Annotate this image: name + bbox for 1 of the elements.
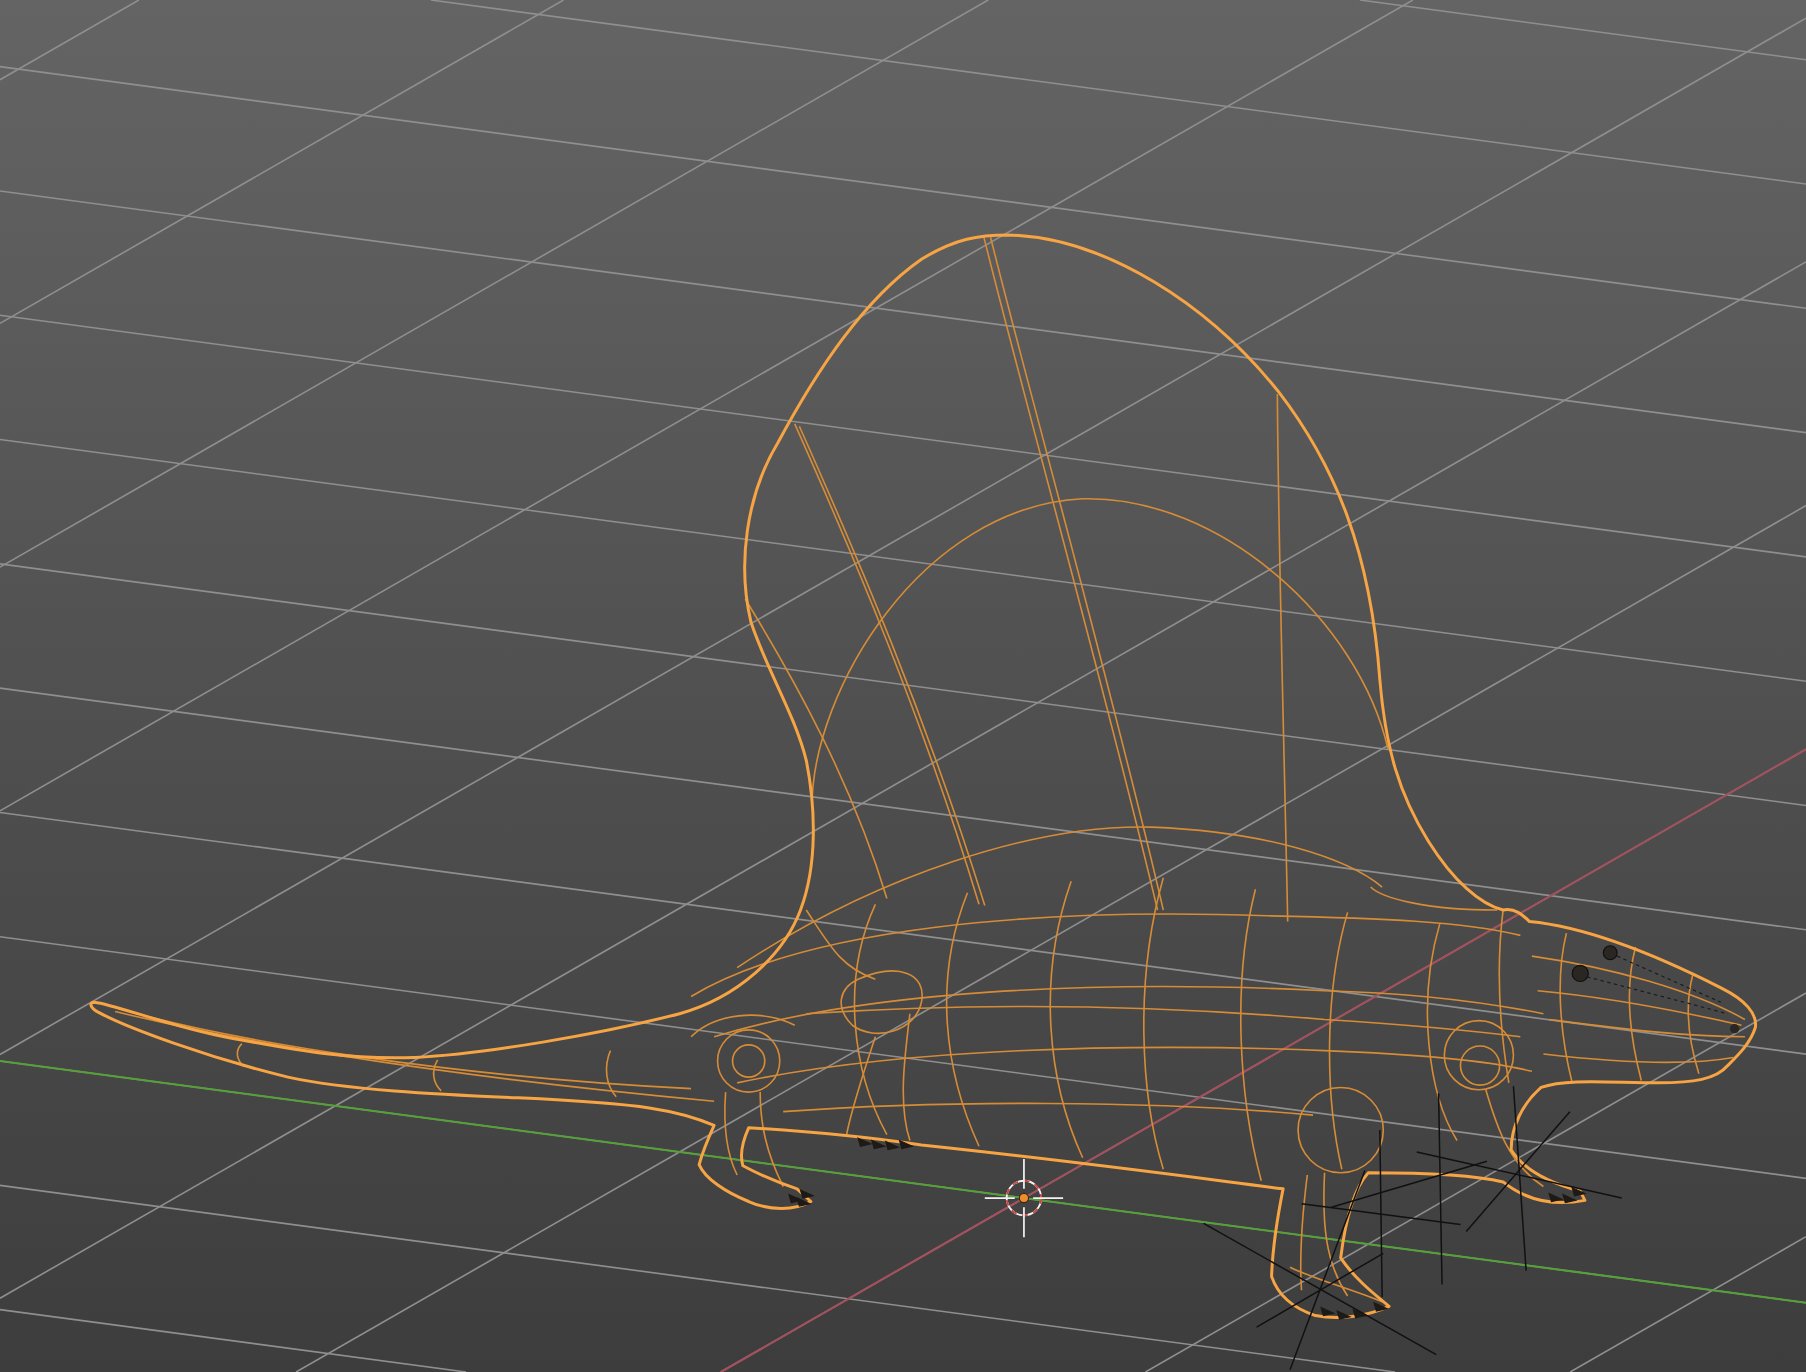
crosshair-icon: [983, 1158, 1064, 1239]
